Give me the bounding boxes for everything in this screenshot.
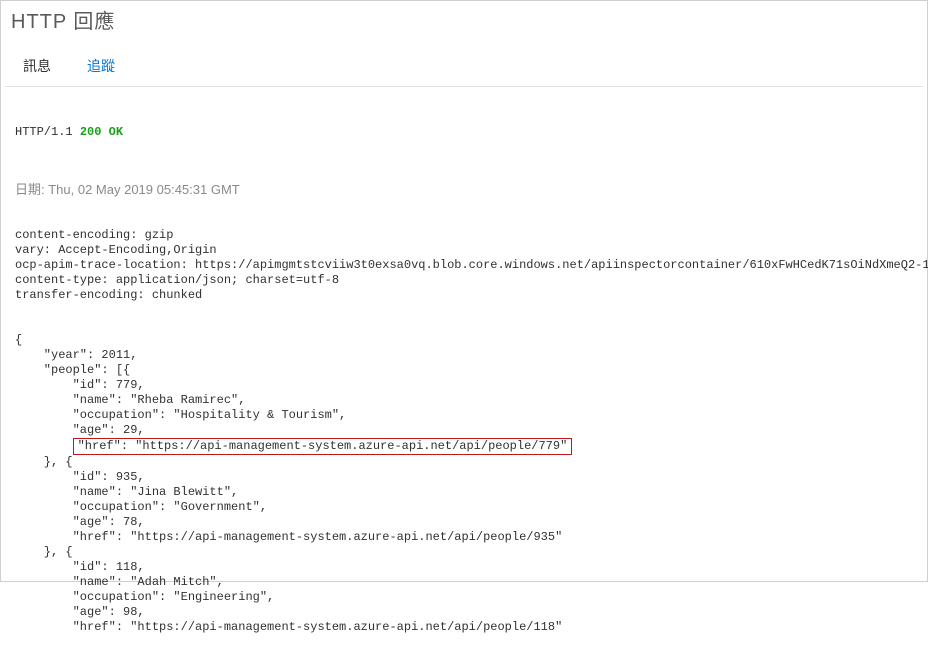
json-line: "name": "Rheba Ramirec", <box>15 393 917 408</box>
json-line: "age": 98, <box>15 605 917 620</box>
status-line: HTTP/1.1 200 OK <box>15 125 917 140</box>
json-line: "occupation": "Hospitality & Tourism", <box>15 408 917 423</box>
response-body: HTTP/1.1 200 OK 日期: Thu, 02 May 2019 05:… <box>1 87 927 650</box>
json-line: "occupation": "Government", <box>15 500 917 515</box>
status-prefix: HTTP/1.1 <box>15 125 80 139</box>
header-line: transfer-encoding: chunked <box>15 288 917 303</box>
date-line: 日期: Thu, 02 May 2019 05:45:31 GMT <box>15 182 917 197</box>
json-line: "id": 779, <box>15 378 917 393</box>
json-line: "year": 2011, <box>15 348 917 363</box>
json-line: "id": 935, <box>15 470 917 485</box>
header-line: content-encoding: gzip <box>15 228 917 243</box>
json-line: "href": "https://api-management-system.a… <box>15 620 917 635</box>
header-line: vary: Accept-Encoding,Origin <box>15 243 917 258</box>
date-value: Thu, 02 May 2019 05:45:31 GMT <box>48 182 240 197</box>
tab-info[interactable]: 訊息 <box>5 48 69 86</box>
json-line: { <box>15 333 917 348</box>
panel-title: HTTP 回應 <box>1 1 927 36</box>
json-line: }, { <box>15 545 917 560</box>
highlighted-href: "href": "https://api-management-system.a… <box>73 438 573 455</box>
header-line: ocp-apim-trace-location: https://apimgmt… <box>15 258 917 273</box>
json-line: "occupation": "Engineering", <box>15 590 917 605</box>
json-line: "age": 29, <box>15 423 917 438</box>
tab-trace[interactable]: 追蹤 <box>69 48 133 86</box>
json-line: "people": [{ <box>15 363 917 378</box>
json-line: "age": 78, <box>15 515 917 530</box>
tab-bar: 訊息 追蹤 <box>5 42 923 87</box>
response-headers: content-encoding: gzipvary: Accept-Encod… <box>15 228 917 303</box>
json-line: "id": 118, <box>15 560 917 575</box>
json-line: "href": "https://api-management-system.a… <box>15 530 917 545</box>
json-line: "name": "Jina Blewitt", <box>15 485 917 500</box>
status-code: 200 OK <box>80 125 123 139</box>
json-line: }, { <box>15 455 917 470</box>
response-json: { "year": 2011, "people": [{ "id": 779, … <box>15 333 917 635</box>
json-line: "name": "Adah Mitch", <box>15 575 917 590</box>
json-line: "href": "https://api-management-system.a… <box>15 438 917 455</box>
date-label: 日期: <box>15 182 48 197</box>
header-line: content-type: application/json; charset=… <box>15 273 917 288</box>
